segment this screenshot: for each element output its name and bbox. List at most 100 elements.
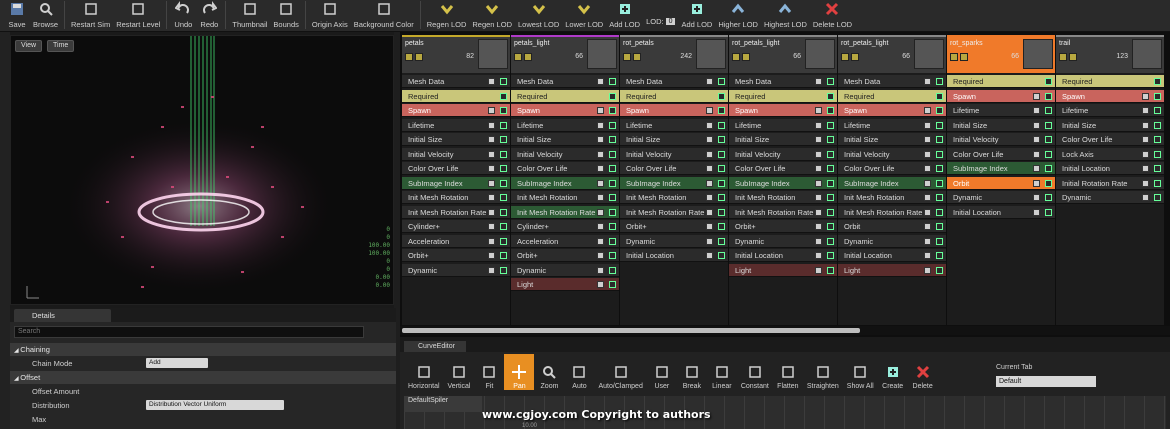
curve-toggle-icon[interactable] [827, 121, 834, 129]
module-enable-checkbox[interactable] [1033, 165, 1040, 172]
curve-toggle-icon[interactable] [500, 194, 507, 201]
emitter-module[interactable]: Initial Location [1056, 162, 1164, 175]
emitter-module[interactable]: Initial Size [947, 118, 1055, 132]
emitter-header[interactable]: rot_petals_light 66 [729, 35, 837, 73]
emitter-module[interactable]: SubImage Index [402, 176, 510, 190]
module-enable-checkbox[interactable] [1033, 208, 1040, 216]
emitter-module[interactable]: Spawn [511, 104, 619, 117]
details-category[interactable]: ◢ Chaining [10, 343, 396, 356]
curve-toggle-icon[interactable] [827, 252, 834, 259]
curve-toggle-icon[interactable] [500, 121, 507, 129]
curve-toggle-icon[interactable] [718, 165, 725, 172]
curve-toggle-icon[interactable] [500, 266, 507, 274]
module-enable-checkbox[interactable] [815, 266, 822, 274]
module-enable-checkbox[interactable] [815, 208, 822, 216]
curve-toggle-icon[interactable] [1045, 208, 1052, 216]
flatten-tool-button[interactable]: Flatten [773, 354, 803, 390]
emitter-module[interactable]: Lifetime [838, 118, 946, 132]
emitter-module[interactable]: Initial Size [1056, 118, 1164, 132]
curve-toggle-icon[interactable] [827, 179, 834, 187]
emitter-module[interactable]: Spawn [1056, 89, 1164, 103]
highest-lod-button[interactable]: Highest LOD [761, 0, 810, 31]
curve-toggle-icon[interactable] [718, 252, 725, 259]
emitter-module[interactable]: Mesh Data [838, 75, 946, 88]
module-enable-checkbox[interactable] [706, 150, 713, 158]
module-enable-checkbox[interactable] [597, 208, 604, 216]
emitter-module[interactable]: SubImage Index [729, 176, 837, 190]
module-enable-checkbox[interactable] [706, 136, 713, 143]
emitter-module[interactable]: SubImage Index [511, 176, 619, 190]
curve-toggle-icon[interactable] [1045, 194, 1052, 201]
emitter-module[interactable]: Orbit+ [620, 220, 728, 233]
details-category[interactable]: ◢ Offset [10, 371, 396, 384]
emitter-module[interactable]: Initial Velocity [620, 147, 728, 161]
emitter-module[interactable]: Mesh Data [511, 75, 619, 88]
curve-toggle-icon[interactable] [1154, 78, 1161, 85]
emitter-module[interactable]: Color Over Life [838, 162, 946, 175]
break-tangent-tool-button[interactable]: Break [677, 354, 707, 390]
solo-toggle-icon[interactable] [524, 53, 532, 61]
curve-toggle-icon[interactable] [500, 165, 507, 172]
emitter-module[interactable]: Initial Size [511, 133, 619, 146]
curve-toggle-icon[interactable] [936, 78, 943, 85]
module-enable-checkbox[interactable] [706, 208, 713, 216]
curve-toggle-icon[interactable] [500, 179, 507, 187]
emitter-module[interactable]: Init Mesh Rotation [511, 191, 619, 204]
emitter-module[interactable]: Initial Location [729, 249, 837, 262]
emitter-module[interactable]: Initial Velocity [838, 147, 946, 161]
emitter-module[interactable]: Mesh Data [402, 75, 510, 88]
emitter-column[interactable]: rot_sparks 66 Required Spawn Lifetime Initial… [947, 35, 1055, 325]
emitter-module[interactable]: Dynamic [1056, 191, 1164, 204]
curve-toggle-icon[interactable] [500, 237, 507, 245]
module-enable-checkbox[interactable] [1142, 121, 1149, 129]
module-enable-checkbox[interactable] [706, 223, 713, 230]
emitter-module[interactable]: Init Mesh Rotation [620, 191, 728, 204]
module-enable-checkbox[interactable] [706, 121, 713, 129]
curve-toggle-icon[interactable] [827, 136, 834, 143]
curve-toggle-icon[interactable] [718, 237, 725, 245]
module-enable-checkbox[interactable] [815, 194, 822, 201]
emitter-module[interactable]: Dynamic [620, 234, 728, 248]
user-tangent-tool-button[interactable]: User [647, 354, 677, 390]
emitter-module[interactable]: Initial Location [947, 205, 1055, 219]
emitter-column[interactable]: rot_petals_light 66 Mesh Data Required Spawn… [838, 35, 946, 325]
regen-lod-button[interactable]: Regen LOD [469, 0, 515, 31]
module-enable-checkbox[interactable] [597, 237, 604, 245]
straighten-tool-button[interactable]: Straighten [803, 354, 843, 390]
module-enable-checkbox[interactable] [706, 179, 713, 187]
curve-toggle-icon[interactable] [1045, 165, 1052, 172]
emitter-module[interactable]: Mesh Data [620, 75, 728, 88]
emitter-module[interactable]: Required [1056, 75, 1164, 88]
curve-toggle-icon[interactable] [936, 237, 943, 245]
curve-toggle-icon[interactable] [936, 150, 943, 158]
curve-toggle-icon[interactable] [609, 121, 616, 129]
emitter-module[interactable]: Mesh Data [729, 75, 837, 88]
module-enable-checkbox[interactable] [706, 165, 713, 172]
solo-toggle-icon[interactable] [1069, 53, 1077, 61]
emitter-module[interactable]: Color Over Life [1056, 133, 1164, 146]
module-enable-checkbox[interactable] [924, 165, 931, 172]
emitter-module[interactable]: Orbit+ [729, 220, 837, 233]
curve-toggle-icon[interactable] [500, 252, 507, 259]
emitter-module[interactable]: Required [620, 89, 728, 103]
emitter-module[interactable]: Initial Size [838, 133, 946, 146]
emitter-module[interactable]: Spawn [838, 104, 946, 117]
curve-toggle-icon[interactable] [1045, 179, 1052, 187]
module-enable-checkbox[interactable] [815, 107, 822, 114]
emitter-module[interactable]: Init Mesh Rotation Rate [729, 205, 837, 219]
curve-toggle-icon[interactable] [1045, 107, 1052, 114]
module-enable-checkbox[interactable] [706, 252, 713, 259]
save-button[interactable]: Save [4, 0, 30, 31]
details-value-dropdown[interactable]: Add [146, 358, 208, 368]
module-enable-checkbox[interactable] [1142, 92, 1149, 100]
module-enable-checkbox[interactable] [1142, 136, 1149, 143]
module-enable-checkbox[interactable] [924, 266, 931, 274]
emitter-module[interactable]: SubImage Index [620, 176, 728, 190]
curve-toggle-icon[interactable] [500, 92, 507, 100]
scrollbar-thumb[interactable] [402, 328, 860, 333]
emitter-module[interactable]: Dynamic [729, 234, 837, 248]
module-enable-checkbox[interactable] [488, 165, 495, 172]
emitter-module[interactable]: Color Over Life [947, 147, 1055, 161]
module-enable-checkbox[interactable] [815, 78, 822, 85]
delete-tool-button[interactable]: Delete [908, 354, 938, 390]
